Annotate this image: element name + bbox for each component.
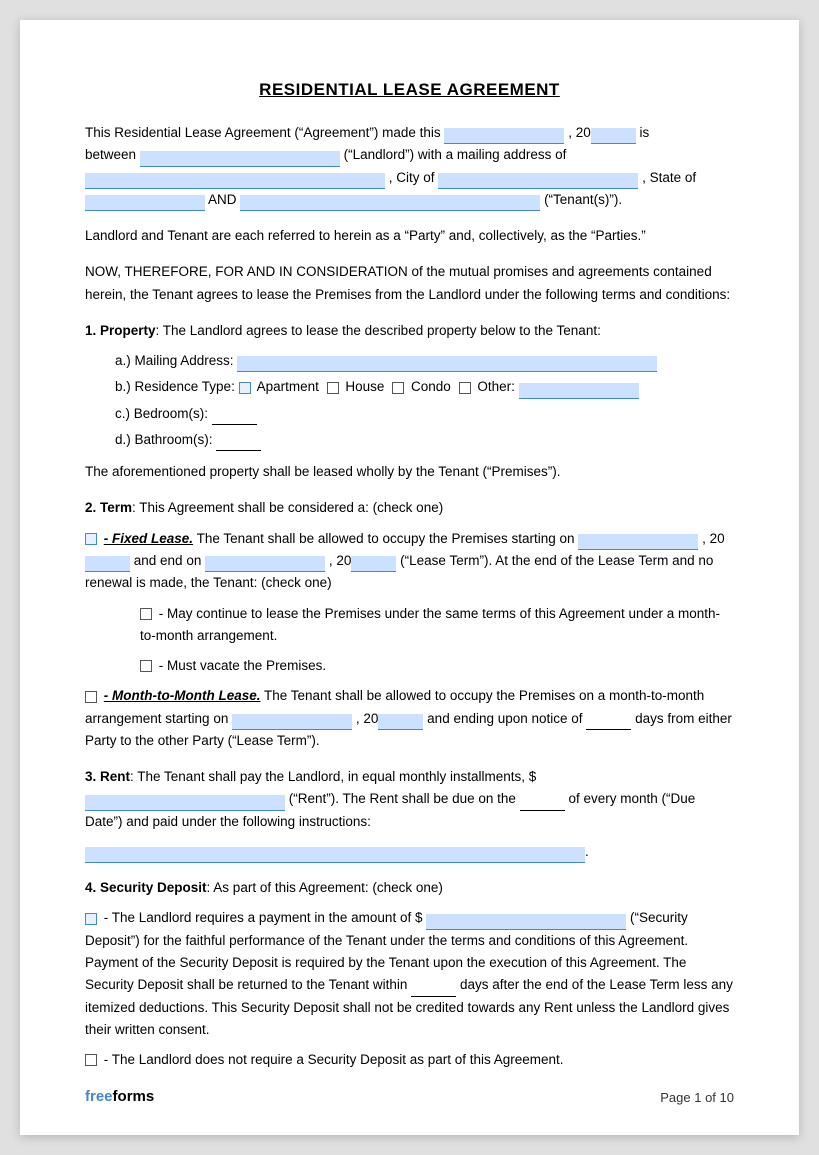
bedrooms-row: c.) Bedroom(s): xyxy=(115,403,734,425)
brand-logo: freeforms xyxy=(85,1088,154,1105)
condo-checkbox[interactable] xyxy=(392,382,404,394)
month-start-year-field[interactable] xyxy=(378,714,423,730)
section2: 2. Term: This Agreement shall be conside… xyxy=(85,497,734,752)
landlord-name-field[interactable] xyxy=(140,151,340,167)
year-field[interactable] xyxy=(591,128,636,144)
vacate-checkbox[interactable] xyxy=(140,660,152,672)
rent-amount-field[interactable] xyxy=(85,795,285,811)
bedrooms-field[interactable] xyxy=(212,409,257,425)
section3-heading: 3. Rent xyxy=(85,769,130,784)
other-type-field[interactable] xyxy=(519,383,639,399)
deposit-return-days-field[interactable] xyxy=(411,981,456,997)
page-number: Page 1 of 10 xyxy=(660,1090,734,1105)
no-security-deposit-checkbox[interactable] xyxy=(85,1054,97,1066)
city-field[interactable] xyxy=(438,173,638,189)
property-address-field[interactable] xyxy=(237,356,657,372)
section2-heading: 2. Term xyxy=(85,500,132,515)
tenant-name-field[interactable] xyxy=(240,195,540,211)
bathrooms-row: d.) Bathroom(s): xyxy=(115,429,734,451)
section4-heading: 4. Security Deposit xyxy=(85,880,207,895)
section3: 3. Rent: The Tenant shall pay the Landlo… xyxy=(85,766,734,863)
residence-type-row: b.) Residence Type: Apartment House Cond… xyxy=(115,376,734,398)
month-to-month-checkbox[interactable] xyxy=(85,691,97,703)
month-start-field[interactable] xyxy=(232,714,352,730)
section1: 1. Property: The Landlord agrees to leas… xyxy=(85,320,734,484)
section4: 4. Security Deposit: As part of this Agr… xyxy=(85,877,734,1071)
security-deposit-amount-field[interactable] xyxy=(426,914,626,930)
security-deposit-required-checkbox[interactable] xyxy=(85,913,97,925)
document-title: RESIDENTIAL LEASE AGREEMENT xyxy=(85,80,734,100)
bathrooms-field[interactable] xyxy=(216,435,261,451)
intro-section: This Residential Lease Agreement (“Agree… xyxy=(85,122,734,211)
apartment-checkbox[interactable] xyxy=(239,382,251,394)
property-address-row: a.) Mailing Address: xyxy=(115,350,734,372)
payment-instructions-field[interactable] xyxy=(85,847,585,863)
lease-end-field[interactable] xyxy=(205,556,325,572)
due-date-field[interactable] xyxy=(520,795,565,811)
notice-days-field[interactable] xyxy=(586,714,631,730)
other-checkbox[interactable] xyxy=(459,382,471,394)
lease-start-year-field[interactable] xyxy=(85,556,130,572)
house-checkbox[interactable] xyxy=(327,382,339,394)
date-field[interactable] xyxy=(444,128,564,144)
continue-lease-checkbox[interactable] xyxy=(140,608,152,620)
consideration-section: NOW, THEREFORE, FOR AND IN CONSIDERATION… xyxy=(85,261,734,306)
document-page: RESIDENTIAL LEASE AGREEMENT This Residen… xyxy=(20,20,799,1135)
lease-start-field[interactable] xyxy=(578,534,698,550)
footer: freeforms Page 1 of 10 xyxy=(85,1088,734,1105)
section1-heading: 1. Property xyxy=(85,323,156,338)
party-note: Landlord and Tenant are each referred to… xyxy=(85,225,734,247)
fixed-lease-checkbox[interactable] xyxy=(85,533,97,545)
state-field[interactable] xyxy=(85,195,205,211)
intro-line1: This Residential Lease Agreement (“Agree… xyxy=(85,125,441,140)
lease-end-year-field[interactable] xyxy=(351,556,396,572)
mailing-address-field[interactable] xyxy=(85,173,385,189)
